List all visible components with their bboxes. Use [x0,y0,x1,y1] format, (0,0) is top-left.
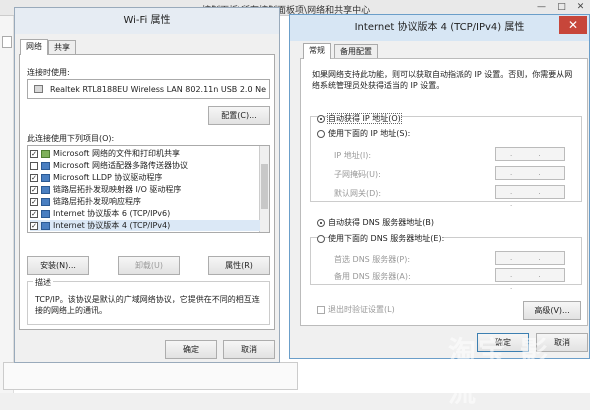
radio-selected-icon [317,114,325,123]
description-group: 描述 TCP/IP。该协议是默认的广域网络协议，它提供在不同的相互连接的网络上的… [27,277,270,325]
minimize-button[interactable]: — [532,0,551,15]
tab-general[interactable]: 常规 [303,43,331,59]
checkbox-checked-icon[interactable]: ✓ [30,173,38,182]
auto-ip-label: 自动获得 IP 地址(O) [327,113,402,124]
wifi-cancel-button[interactable]: 取消 [223,340,275,359]
checkbox-unchecked-icon[interactable] [30,161,38,170]
radio-selected-icon [317,218,325,227]
nav-dropdown[interactable] [2,36,12,48]
radio-unselected-icon [317,234,325,243]
manual-ip-label: 使用下面的 IP 地址(S): [328,129,411,138]
list-item[interactable]: ✓ Microsoft 网络的文件和打印机共享 [30,148,260,159]
properties-button[interactable]: 属性(R) [208,256,270,275]
wifi-ok-button[interactable]: 确定 [165,340,217,359]
alternate-dns-field[interactable]: . . . [495,268,565,291]
subnet-mask-field[interactable]: . . . [495,166,565,189]
checkbox-checked-icon[interactable]: ✓ [30,149,38,158]
default-gateway-label: 默认网关(D): [334,189,382,198]
auto-dns-label: 自动获得 DNS 服务器地址(B) [328,218,435,227]
list-item-label: Microsoft 网络适配器多路传送器协议 [53,161,188,170]
ipv4-properties-dialog: Internet 协议版本 4 (TCP/IPv4) 属性 ✕ 常规 备用配置 … [289,14,590,359]
list-item[interactable]: ✓ 链路层拓扑发现响应程序 [30,196,260,207]
default-gateway-field[interactable]: . . . [495,185,565,208]
ipv4-dialog-title: Internet 协议版本 4 (TCP/IPv4) 属性 [290,15,589,41]
advanced-button[interactable]: 高级(V)... [523,301,581,320]
protocol-icon [41,161,50,170]
tab-network[interactable]: 网络 [20,39,48,55]
checkbox-icon [317,305,325,314]
items-scrollbar[interactable] [259,146,269,232]
background-nav-pane [0,16,14,393]
checkbox-checked-icon[interactable]: ✓ [30,221,38,230]
checkbox-checked-icon[interactable]: ✓ [30,197,38,206]
manual-dns-label: 使用下面的 DNS 服务器地址(E): [328,234,445,243]
preferred-dns-field[interactable]: . . . [495,251,565,274]
list-item[interactable]: ✓ Internet 协议版本 4 (TCP/IPv4) [30,220,260,231]
ip-address-label: IP 地址(I): [334,151,372,160]
list-item-label: Internet 协议版本 4 (TCP/IPv4) [53,221,171,230]
background-footer [3,362,298,390]
adapter-name: Realtek RTL8188EU Wireless LAN 802.11n U… [50,85,266,94]
subnet-mask-label: 子网掩码(U): [334,170,381,179]
validate-label: 退出时验证设置(L) [328,305,395,314]
list-item[interactable]: Microsoft 网络适配器多路传送器协议 [30,160,260,171]
list-item-label: Microsoft LLDP 协议驱动程序 [53,173,163,182]
validate-checkbox[interactable]: 退出时验证设置(L) [317,304,395,315]
manual-dns-radio[interactable]: 使用下面的 DNS 服务器地址(E): [317,233,445,244]
watermark-brand: 淘宝 影 流 [448,335,550,408]
tab-sharing[interactable]: 共享 [48,40,76,55]
intro-text: 如果网络支持此功能，则可以获取自动指派的 IP 设置。否则，你需要从网络系统管理… [312,70,573,90]
items-list: ✓ Microsoft 网络的文件和打印机共享 Microsoft 网络适配器多路传… [27,145,270,233]
wifi-dialog-title: Wi-Fi 属性 [15,8,279,34]
wifi-properties-dialog: Wi-Fi 属性 网络 共享 连接时使用: Realtek RTL8188EU … [14,7,280,363]
scrollbar-thumb[interactable] [261,164,268,209]
description-text: TCP/IP。该协议是默认的广域网络协议，它提供在不同的相互连接的网络上的通讯。 [35,295,260,315]
protocol-icon [41,173,50,182]
manual-ip-radio[interactable]: 使用下面的 IP 地址(S): [317,128,410,139]
adapter-box: Realtek RTL8188EU Wireless LAN 802.11n U… [27,79,270,99]
checkbox-checked-icon[interactable]: ✓ [30,209,38,218]
general-tab-panel: 如果网络支持此功能，则可以获取自动指派的 IP 设置。否则，你需要从网络系统管理… [300,58,588,326]
configure-button[interactable]: 配置(C)... [208,106,270,125]
radio-unselected-icon [317,129,325,138]
protocol-icon [41,185,50,194]
protocol-icon [41,209,50,218]
list-item-label: Microsoft 网络的文件和打印机共享 [53,149,180,158]
maximize-button[interactable]: □ [552,0,571,15]
list-item-label: Internet 协议版本 6 (TCP/IPv6) [53,209,171,218]
preferred-dns-label: 首选 DNS 服务器(P): [334,255,411,264]
list-item[interactable]: ✓ Microsoft LLDP 协议驱动程序 [30,172,260,183]
list-item[interactable]: ✓ 链路层拓扑发现映射器 I/O 驱动程序 [30,184,260,195]
tab-alternate-config[interactable]: 备用配置 [334,44,378,59]
items-label: 此连接使用下列项目(O): [27,134,115,143]
connect-using-label: 连接时使用: [27,68,70,77]
auto-dns-radio[interactable]: 自动获得 DNS 服务器地址(B) [317,217,434,228]
description-label: 描述 [33,277,53,288]
install-button[interactable]: 安装(N)... [27,256,89,275]
auto-ip-radio[interactable]: 自动获得 IP 地址(O) [317,113,402,124]
alternate-dns-label: 备用 DNS 服务器(A): [334,272,411,281]
network-adapter-icon [34,85,43,93]
checkbox-checked-icon[interactable]: ✓ [30,185,38,194]
ip-address-field[interactable]: . . . [495,147,565,170]
background-close-button[interactable]: ✕ [571,0,590,15]
protocol-icon [41,197,50,206]
uninstall-button[interactable]: 卸载(U) [118,256,180,275]
protocol-icon [41,221,50,230]
list-item-label: 链路层拓扑发现响应程序 [53,197,141,206]
watermark-url: bangpai.taobao.com [470,378,563,388]
network-tab-panel: 连接时使用: Realtek RTL8188EU Wireless LAN 80… [19,54,275,330]
ipv4-close-button[interactable]: ✕ [559,16,587,34]
list-item[interactable]: ✓ Internet 协议版本 6 (TCP/IPv6) [30,208,260,219]
list-item-label: 链路层拓扑发现映射器 I/O 驱动程序 [53,185,182,194]
sharing-icon [41,149,50,158]
